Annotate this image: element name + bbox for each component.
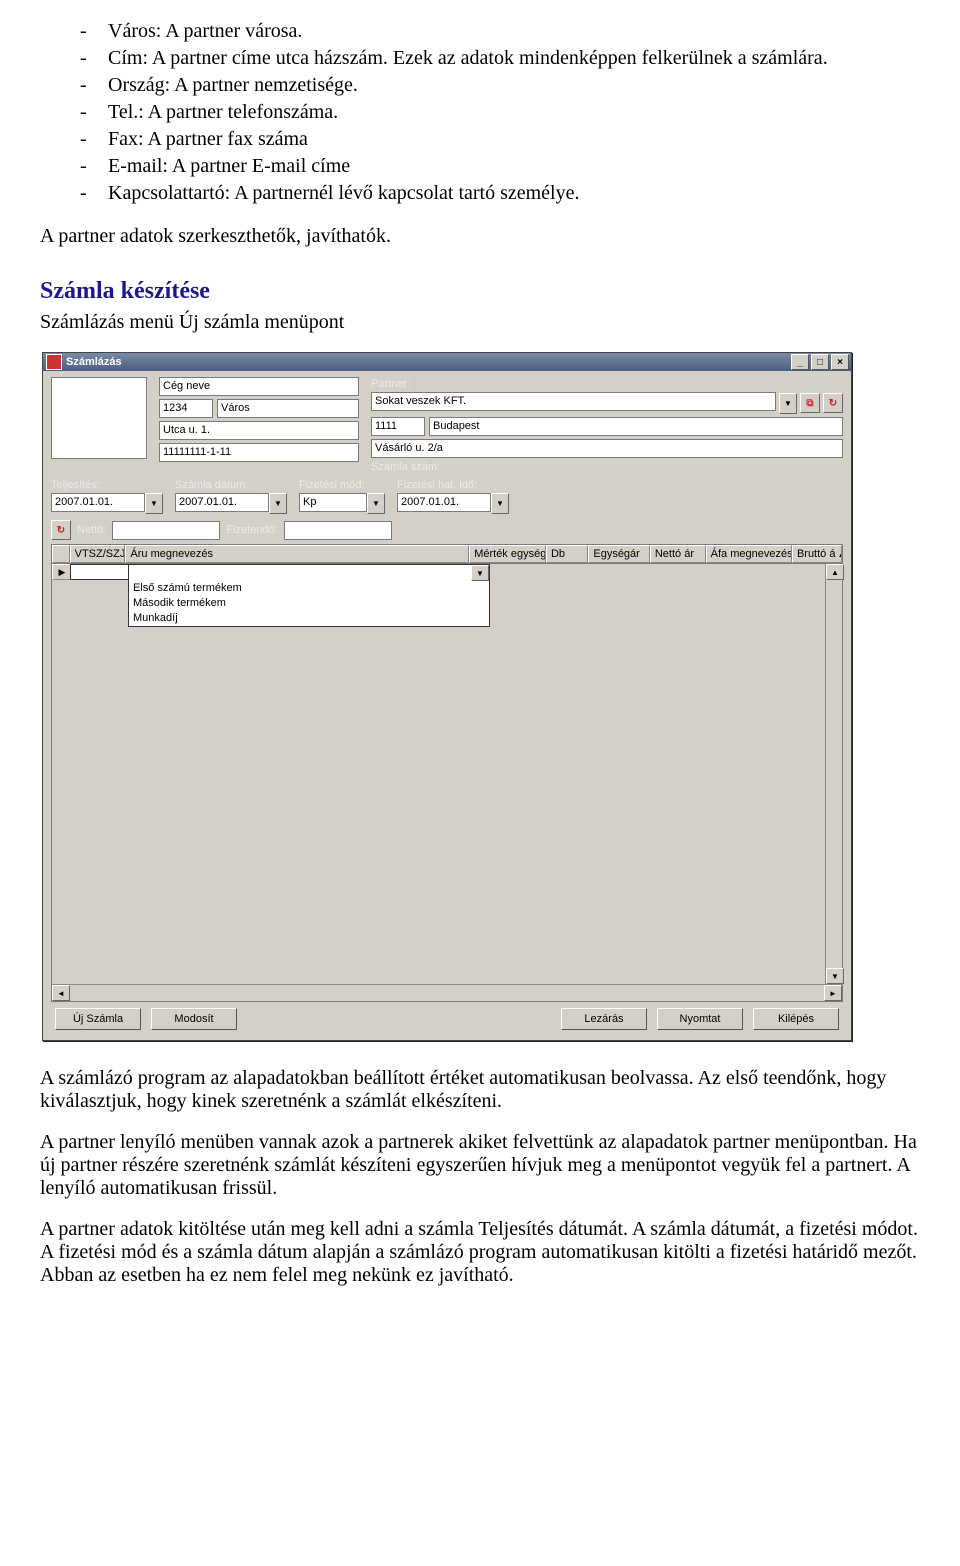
grid-header-megnevezes[interactable]: Áru megnevezés: [125, 545, 469, 563]
szamla-datum-dropdown-button[interactable]: ▼: [269, 493, 287, 514]
company-name-input[interactable]: Cég neve: [159, 377, 359, 396]
paragraph: A számlázó program az alapadatokban beál…: [40, 1067, 920, 1113]
partner-refresh-icon[interactable]: ↻: [823, 393, 843, 413]
list-item: Cím: A partner címe utca házszám. Ezek a…: [108, 47, 828, 70]
list-item: Tel.: A partner telefonszáma.: [108, 101, 338, 124]
fizetesi-mod-select[interactable]: Kp: [299, 493, 367, 512]
grid-cell-vtsz-input[interactable]: [70, 564, 130, 580]
netto-input[interactable]: [112, 521, 220, 540]
list-item: E-mail: A partner E-mail címe: [108, 155, 350, 178]
logo-placeholder: [51, 377, 147, 459]
szamla-datum-input[interactable]: 2007.01.01.: [175, 493, 269, 512]
partner-label: Partner:: [371, 378, 843, 390]
uj-szamla-button[interactable]: Új Számla: [55, 1008, 141, 1030]
list-item: Ország: A partner nemzetisége.: [108, 74, 358, 97]
grid-body[interactable]: ▶ ▼ Első számú termékem Második termékem…: [52, 564, 842, 984]
grid-header-vtsz[interactable]: VTSZ/SZJ: [70, 545, 126, 563]
kilepes-button[interactable]: Kilépés: [753, 1008, 839, 1030]
fizetendo-input[interactable]: [284, 521, 392, 540]
fizetesi-hatarido-label: Fizetési hat. idő:: [397, 479, 509, 491]
szamla-datum-label: Számla dátum:: [175, 479, 287, 491]
fizetesi-hat-dropdown-button[interactable]: ▼: [491, 493, 509, 514]
partner-zip-input[interactable]: 1111: [371, 417, 425, 436]
product-dropdown[interactable]: ▼ Első számú termékem Második termékem M…: [128, 564, 490, 627]
partner-name-select[interactable]: Sokat veszek KFT.: [371, 392, 776, 411]
invoice-number-label: Számla szám:: [371, 461, 843, 473]
sort-asc-icon: ▲: [837, 550, 842, 559]
grid-header-mertek[interactable]: Mérték egység: [469, 545, 546, 563]
items-grid: VTSZ/SZJ Áru megnevezés Mérték egység Db…: [51, 544, 843, 1002]
refresh-totals-icon[interactable]: ↻: [51, 520, 71, 540]
grid-header-egysegar[interactable]: Egységár: [588, 545, 650, 563]
scroll-down-button[interactable]: ▼: [826, 968, 844, 984]
bullet-list: -Város: A partner városa. -Cím: A partne…: [80, 20, 920, 205]
dropdown-item[interactable]: Első számú termékem: [129, 581, 489, 596]
paragraph: A partner lenyíló menüben vannak azok a …: [40, 1131, 920, 1200]
szamlazas-window: Számlázás _ □ × Cég neve 1234 Város: [42, 352, 852, 1041]
nyomtat-button[interactable]: Nyomtat: [657, 1008, 743, 1030]
lezaras-button[interactable]: Lezárás: [561, 1008, 647, 1030]
paragraph: A partner adatok szerkeszthetők, javítha…: [40, 225, 920, 248]
company-zip-input[interactable]: 1234: [159, 399, 213, 418]
titlebar: Számlázás _ □ ×: [43, 353, 851, 371]
fizetesi-mod-dropdown-button[interactable]: ▼: [367, 493, 385, 514]
partner-address-input[interactable]: Vásárló u. 2/a: [371, 439, 843, 458]
maximize-button[interactable]: □: [811, 354, 829, 370]
list-item: Kapcsolattartó: A partnernél lévő kapcso…: [108, 182, 580, 205]
grid-header-afa[interactable]: Áfa megnevezés: [706, 545, 792, 563]
dropdown-item[interactable]: Munkadíj: [129, 611, 489, 626]
company-tax-input[interactable]: 11111111-1-11: [159, 443, 359, 462]
list-item: Város: A partner városa.: [108, 20, 302, 43]
company-address-input[interactable]: Utca u. 1.: [159, 421, 359, 440]
minimize-button[interactable]: _: [791, 354, 809, 370]
grid-header-db[interactable]: Db: [546, 545, 588, 563]
grid-header-brutto[interactable]: Bruttó á▲: [792, 545, 842, 563]
teljesites-date-input[interactable]: 2007.01.01.: [51, 493, 145, 512]
fizetendo-label: Fizetendő:: [226, 524, 277, 536]
scroll-right-button[interactable]: ►: [824, 985, 842, 1001]
dropdown-item[interactable]: Második termékem: [129, 596, 489, 611]
grid-row-selector-header: [52, 545, 70, 563]
current-row-indicator-icon: ▶: [52, 564, 72, 580]
partner-dropdown-button[interactable]: ▼: [779, 393, 797, 414]
close-button[interactable]: ×: [831, 354, 849, 370]
modosit-button[interactable]: Modosít: [151, 1008, 237, 1030]
paragraph: A partner adatok kitöltése után meg kell…: [40, 1218, 920, 1287]
scroll-up-button[interactable]: ▲: [826, 564, 844, 580]
partner-city-input[interactable]: Budapest: [429, 417, 843, 436]
product-dropdown-button[interactable]: ▼: [471, 565, 489, 581]
horizontal-scrollbar[interactable]: ◄ ►: [52, 984, 842, 1001]
company-city-input[interactable]: Város: [217, 399, 359, 418]
teljesites-label: Teljesítés:: [51, 479, 163, 491]
vertical-scrollbar[interactable]: ▲ ▼: [825, 564, 842, 984]
partner-view-icon[interactable]: ⧉: [800, 393, 820, 413]
app-icon: [46, 354, 62, 370]
scroll-left-button[interactable]: ◄: [52, 985, 70, 1001]
teljesites-dropdown-button[interactable]: ▼: [145, 493, 163, 514]
fizetesi-mod-label: Fizetési mód:: [299, 479, 385, 491]
grid-header-netto[interactable]: Nettó ár: [650, 545, 706, 563]
heading-szamla-keszitese: Számla készítése: [40, 278, 920, 305]
window-title: Számlázás: [66, 356, 122, 368]
fizetesi-hat-input[interactable]: 2007.01.01.: [397, 493, 491, 512]
netto-label: Nettó:: [77, 524, 106, 536]
paragraph: Számlázás menü Új számla menüpont: [40, 311, 920, 334]
list-item: Fax: A partner fax száma: [108, 128, 308, 151]
